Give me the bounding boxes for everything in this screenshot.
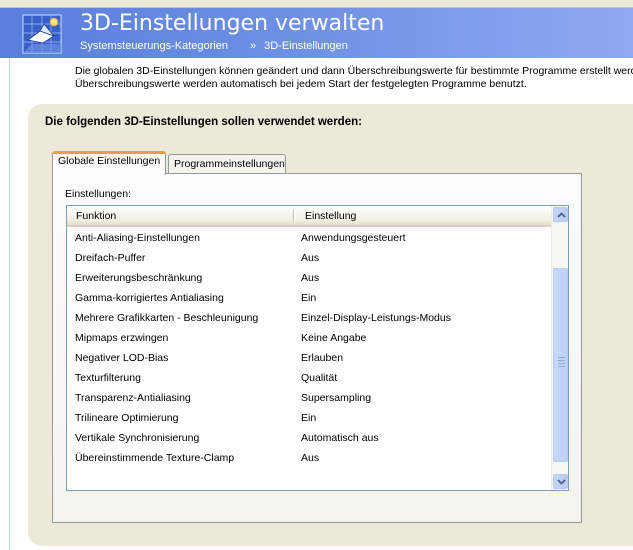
column-divider[interactable] xyxy=(293,209,295,223)
tab-page-global: Einstellungen: Funktion Einstellung Anti… xyxy=(52,173,582,523)
row-function: Gamma-korrigiertes Antialiasing xyxy=(75,292,224,304)
tab-global-settings[interactable]: Globale Einstellungen xyxy=(52,151,166,175)
thumb-grip xyxy=(558,357,565,358)
row-setting: Aus xyxy=(301,252,320,264)
left-border xyxy=(9,58,10,550)
row-function: Anti-Aliasing-Einstellungen xyxy=(75,232,200,244)
top-strip xyxy=(0,0,633,8)
list-row[interactable]: Erweiterungsbeschränkung Aus xyxy=(67,268,551,288)
row-setting: Automatisch aus xyxy=(301,432,379,444)
settings-list[interactable]: Funktion Einstellung Anti-Aliasing-Einst… xyxy=(66,205,569,491)
row-function: Übereinstimmende Texture-Clamp xyxy=(75,452,235,464)
settings-label: Einstellungen: xyxy=(65,188,131,200)
column-header-function[interactable]: Funktion xyxy=(76,210,116,222)
thumb-grip xyxy=(558,360,565,361)
tab-program-settings[interactable]: Programmeinstellungen xyxy=(168,154,286,175)
row-setting: Keine Angabe xyxy=(301,332,367,344)
scrollbar-thumb[interactable] xyxy=(553,268,568,462)
row-setting: Aus xyxy=(301,272,320,284)
row-function: Mehrere Grafikkarten - Beschleunigung xyxy=(75,312,259,324)
list-row[interactable]: Dreifach-Puffer Aus xyxy=(67,248,551,268)
list-header: Funktion Einstellung xyxy=(67,206,551,227)
scroll-up-button[interactable] xyxy=(553,207,568,222)
list-row[interactable]: Texturfilterung Qualität xyxy=(67,368,551,388)
thumb-grip xyxy=(558,363,565,364)
vertical-scrollbar[interactable] xyxy=(551,206,568,490)
page-description: Die globalen 3D-Einstellungen können geä… xyxy=(75,65,633,91)
breadcrumb-current: 3D-Einstellungen xyxy=(264,40,348,52)
row-function: Erweiterungsbeschränkung xyxy=(75,272,203,284)
description-line-2: Überschreibungswerte werden automatisch … xyxy=(75,78,527,90)
row-function: Vertikale Synchronisierung xyxy=(75,432,200,444)
row-setting: Ein xyxy=(301,292,317,304)
row-function: Texturfilterung xyxy=(75,372,141,384)
list-row[interactable]: Transparenz-Antialiasing Supersampling xyxy=(67,388,551,408)
page-header: 3D-Einstellungen verwalten Systemsteueru… xyxy=(0,8,633,58)
row-function: Transparenz-Antialiasing xyxy=(75,392,191,404)
row-function: Negativer LOD-Bias xyxy=(75,352,169,364)
row-function: Dreifach-Puffer xyxy=(75,252,146,264)
scroll-down-button[interactable] xyxy=(553,474,568,489)
list-row[interactable]: Vertikale Synchronisierung Automatisch a… xyxy=(67,428,551,448)
chevron-up-icon xyxy=(557,212,566,218)
row-function: Trilineare Optimierung xyxy=(75,412,179,424)
settings-panel: Die folgenden 3D-Einstellungen sollen ve… xyxy=(28,104,633,546)
row-setting: Einzel-Display-Leistungs-Modus xyxy=(301,312,451,324)
row-setting: Aus xyxy=(301,452,320,464)
panel-heading: Die folgenden 3D-Einstellungen sollen ve… xyxy=(45,116,362,128)
row-setting: Ein xyxy=(301,412,317,424)
breadcrumb-link-root[interactable]: Systemsteuerungs-Kategorien xyxy=(80,40,228,52)
row-setting: Anwendungsgesteuert xyxy=(301,232,406,244)
breadcrumb: Systemsteuerungs-Kategorien » 3D-Einstellu… xyxy=(80,40,348,52)
breadcrumb-separator: » xyxy=(249,40,257,52)
description-line-1: Die globalen 3D-Einstellungen können geä… xyxy=(75,65,633,77)
page-title: 3D-Einstellungen verwalten xyxy=(80,11,385,36)
list-row[interactable]: Gamma-korrigiertes Antialiasing Ein xyxy=(67,288,551,308)
chevron-down-icon xyxy=(557,479,566,485)
3d-cube-icon xyxy=(20,10,64,56)
list-row[interactable]: Mehrere Grafikkarten - Beschleunigung Ei… xyxy=(67,308,551,328)
list-row[interactable]: Übereinstimmende Texture-Clamp Aus xyxy=(67,448,551,468)
list-row[interactable]: Mipmaps erzwingen Keine Angabe xyxy=(67,328,551,348)
row-setting: Erlauben xyxy=(301,352,344,364)
thumb-grip xyxy=(558,366,565,367)
list-row[interactable]: Trilineare Optimierung Ein xyxy=(67,408,551,428)
list-row[interactable]: Anti-Aliasing-Einstellungen Anwendungsge… xyxy=(67,228,551,248)
row-setting: Supersampling xyxy=(301,392,372,404)
row-function: Mipmaps erzwingen xyxy=(75,332,169,344)
column-header-setting[interactable]: Einstellung xyxy=(305,210,356,222)
list-row[interactable]: Negativer LOD-Bias Erlauben xyxy=(67,348,551,368)
row-setting: Qualität xyxy=(301,372,338,384)
